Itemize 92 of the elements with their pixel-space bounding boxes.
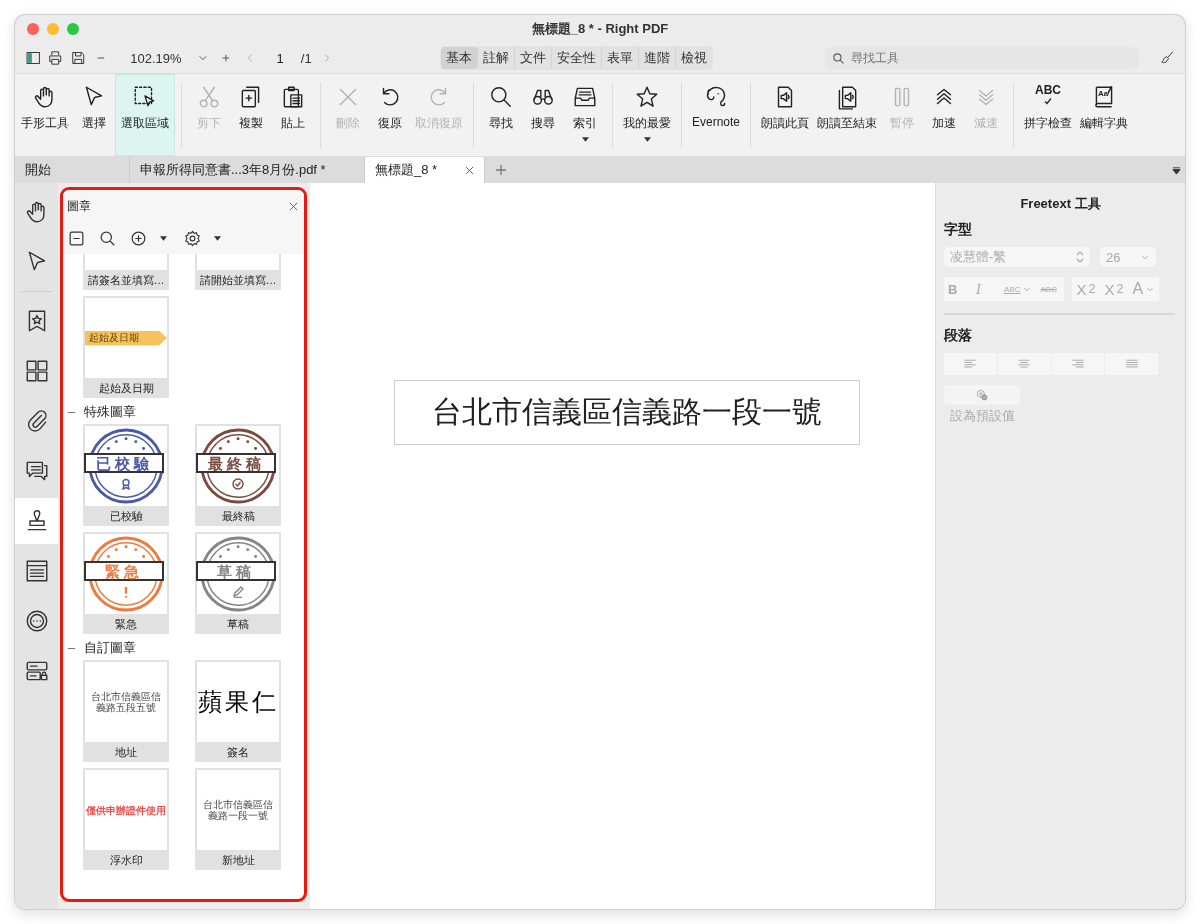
- stamp-item[interactable]: 請簽名並填寫…: [83, 254, 169, 290]
- stamp-item[interactable]: 台北市信義區信義路五段五號 地址: [83, 660, 169, 762]
- free-text-box[interactable]: 台北市信義區信義路一段一號: [394, 380, 860, 445]
- stamp-item[interactable]: 台北市信義區信義路一段一號 新地址: [195, 768, 281, 870]
- toolbar-button[interactable]: Aa 編輯字典: [1076, 74, 1133, 156]
- section-title: 特殊圖章: [84, 403, 136, 421]
- mode-tab[interactable]: 檢視: [674, 47, 712, 69]
- caret-icon[interactable]: [214, 236, 221, 241]
- stamp-label: 起始及日期: [97, 381, 155, 396]
- signature-text: 蘋果仁: [197, 687, 279, 718]
- mode-tab[interactable]: 註解: [476, 47, 514, 69]
- pen-icon: [232, 586, 244, 598]
- stamp-item[interactable]: 僅供申辦證件使用 浮水印: [83, 768, 169, 870]
- toolbar-button[interactable]: 復原: [369, 74, 411, 156]
- stamp-label: 最終稿: [220, 509, 256, 524]
- search-icon: [831, 52, 845, 65]
- panel-title: 圖章: [67, 198, 91, 215]
- caret-icon[interactable]: [160, 236, 167, 241]
- close-icon[interactable]: [289, 202, 298, 211]
- tab-list-icon[interactable]: [1172, 166, 1181, 175]
- toolbar-button[interactable]: 選擇: [73, 74, 115, 156]
- toolbar-button[interactable]: 朗讀此頁: [757, 74, 814, 156]
- stamp-text: 台北市信義區信義路一段一號: [202, 799, 274, 821]
- mode-tab[interactable]: 文件: [513, 47, 551, 69]
- stamp-banner: 草稿: [196, 561, 276, 581]
- stamp-banner: 已校驗: [84, 453, 164, 473]
- gear-check-icon: [975, 388, 989, 402]
- stamp-label: 浮水印: [108, 853, 144, 868]
- toolbar-button[interactable]: 搜尋: [522, 74, 564, 156]
- toolbar-button[interactable]: 索引: [564, 74, 606, 156]
- search-icon[interactable]: [98, 229, 117, 248]
- stamp-banner: 最終稿: [196, 453, 276, 473]
- stamp-item[interactable]: 請開始並填寫…: [195, 254, 281, 290]
- stamp-label: 新地址: [220, 853, 256, 868]
- stamp-item[interactable]: 緊急 緊急: [83, 532, 169, 634]
- check-icon: [232, 478, 244, 490]
- stamp-label: 簽名: [226, 745, 250, 760]
- toolbar-button[interactable]: 手形工具: [17, 74, 73, 156]
- mode-tab[interactable]: 安全性: [550, 47, 601, 69]
- up-down-icon: [1076, 251, 1084, 263]
- print-icon[interactable]: [47, 48, 64, 68]
- mode-tab[interactable]: 進階: [637, 47, 675, 69]
- stamp-item[interactable]: 最終稿 最終稿: [195, 424, 281, 526]
- watermark-text: 僅供申辦證件使用: [86, 804, 166, 816]
- close-button[interactable]: [27, 23, 39, 35]
- toolbar-button[interactable]: 加速: [923, 74, 966, 156]
- toolbar-button[interactable]: Evernote: [688, 74, 745, 156]
- stamp-item[interactable]: 起始及日期 起始及日期: [83, 296, 169, 398]
- page-total: /1: [300, 50, 312, 66]
- window-title: 無標題_8 * - Right PDF: [531, 20, 669, 38]
- section-heading: 段落: [944, 327, 973, 345]
- search-field[interactable]: 尋找工具: [824, 47, 1139, 69]
- set-default-label: 設為預設值: [949, 407, 1015, 425]
- zoom-in-icon[interactable]: [221, 52, 232, 64]
- panel-title: Freetext 工具: [1019, 195, 1102, 213]
- stamp-label: 請簽名並填寫…: [86, 273, 166, 288]
- toolbar-button[interactable]: 選取區域: [115, 74, 175, 156]
- add-icon[interactable]: [129, 229, 148, 248]
- collapse-all-icon[interactable]: [67, 229, 86, 248]
- toolbar-button[interactable]: 貼上: [272, 74, 314, 156]
- stamp-label: 緊急: [114, 617, 138, 632]
- document-tab[interactable]: 無標題_8 *: [365, 157, 485, 183]
- add-tab-icon[interactable]: [495, 164, 507, 176]
- stamp-label: 地址: [114, 745, 138, 760]
- zoom-value[interactable]: 102.19%: [130, 50, 182, 66]
- mode-tab[interactable]: 表單: [600, 47, 638, 69]
- stamp-item[interactable]: 蘋果仁 簽名: [195, 660, 281, 762]
- stamp-item[interactable]: 草稿 草稿: [195, 532, 281, 634]
- stamp-text: 台北市信義區信義路五段五號: [90, 691, 162, 713]
- section-title: 自訂圖章: [84, 639, 136, 657]
- settings-icon[interactable]: [183, 229, 202, 248]
- close-icon[interactable]: [465, 165, 474, 175]
- sidebar-tool-button[interactable]: [15, 498, 58, 544]
- toolbar-button[interactable]: 尋找: [480, 74, 522, 156]
- abc-label: ABC: [1035, 84, 1062, 97]
- star-icon: [634, 84, 660, 110]
- toolbar-button[interactable]: 複製: [230, 74, 272, 156]
- search-icon: [488, 84, 514, 110]
- ribbon-text: 起始及日期: [89, 332, 139, 344]
- toolbar-button[interactable]: ABC 拼字檢查: [1020, 74, 1077, 156]
- toolbar-button[interactable]: 我的最愛: [619, 74, 675, 156]
- stamp-banner: 緊急: [84, 561, 164, 581]
- page-number-field[interactable]: 1: [265, 50, 295, 66]
- stamp-label: 已校驗: [108, 509, 144, 524]
- stamp-label: 草稿: [226, 617, 250, 632]
- stamp-item[interactable]: 已校驗 已校驗: [83, 424, 169, 526]
- section-heading: 字型: [944, 221, 973, 239]
- award-icon: [120, 478, 132, 490]
- book-icon-label: Aa: [1098, 89, 1109, 98]
- toolbar-button[interactable]: 朗讀至結束: [813, 74, 882, 156]
- stamp-label: 請開始並填寫…: [198, 273, 278, 288]
- mode-tab[interactable]: 基本: [440, 47, 477, 69]
